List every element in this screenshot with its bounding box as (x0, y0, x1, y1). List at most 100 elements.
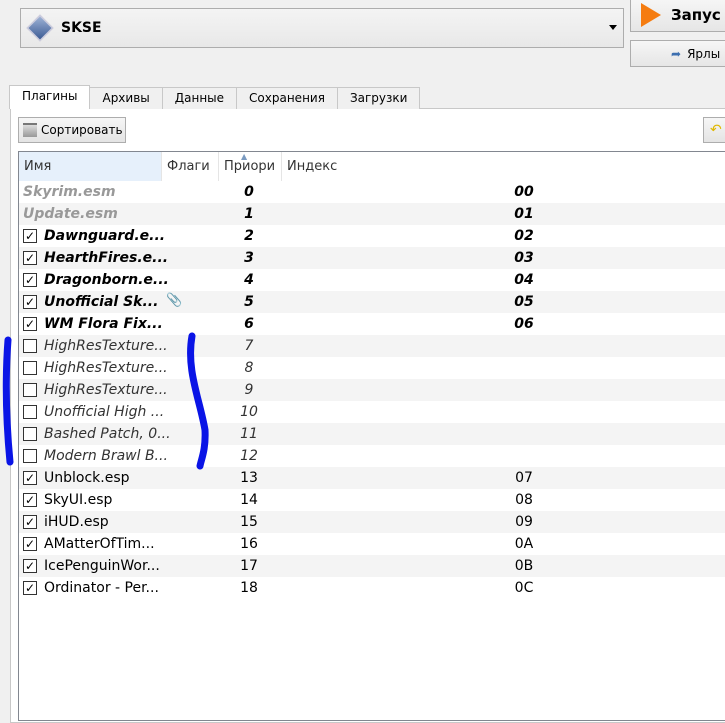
plugin-priority: 5 (244, 294, 254, 310)
launch-button[interactable]: Запус (630, 0, 725, 32)
plugin-name: AMatterOfTim... (44, 536, 155, 552)
plugin-row[interactable]: ✓ AMatterOfTim... 16 0A (19, 533, 725, 555)
tab-data[interactable]: Данные (161, 87, 238, 109)
plugin-row[interactable]: HighResTexture... 9 (19, 379, 725, 401)
plugin-priority: 12 (240, 448, 258, 464)
plugin-row[interactable]: Skyrim.esm 0 00 (19, 181, 725, 203)
plugin-name: WM Flora Fix... (44, 316, 163, 332)
plugin-checkbox[interactable]: ✓ (23, 493, 37, 507)
tab-saves[interactable]: Сохранения (236, 87, 338, 109)
plugin-index: 03 (514, 250, 534, 266)
plugin-index: 02 (514, 228, 534, 244)
column-priority-label: Приори (224, 159, 276, 174)
plugin-checkbox[interactable]: ✓ (23, 273, 37, 287)
plugin-checkbox[interactable] (23, 383, 37, 397)
plugin-name: SkyUI.esp (44, 492, 113, 508)
profile-dropdown[interactable]: SKSE (20, 8, 624, 48)
plugin-checkbox[interactable]: ✓ (23, 515, 37, 529)
plugin-index: 08 (515, 492, 533, 508)
plugin-name: Dawnguard.e... (44, 228, 166, 244)
plugin-name: iHUD.esp (44, 514, 109, 530)
plugin-name: Update.esm (23, 206, 118, 222)
plugin-row[interactable]: ✓ SkyUI.esp 14 08 (19, 489, 725, 511)
plugin-checkbox[interactable]: ✓ (23, 317, 37, 331)
plugin-priority: 7 (244, 338, 254, 354)
list-header: Имя Флаги ▲ Приори Индекс (19, 152, 725, 181)
plugin-priority: 9 (244, 382, 254, 398)
plugin-priority: 15 (240, 514, 258, 530)
plugin-priority: 17 (240, 558, 258, 574)
plugin-priority: 4 (244, 272, 254, 288)
plugin-rows: Skyrim.esm 0 00 Update.esm 1 01 ✓ Dawnguard.e..… (19, 181, 725, 599)
skse-icon (26, 14, 54, 42)
plugin-row[interactable]: ✓ HearthFires.e... 3 03 (19, 247, 725, 269)
sort-label: Сортировать (41, 123, 123, 137)
plugin-checkbox[interactable] (23, 361, 37, 375)
tab-archives[interactable]: Архивы (89, 87, 163, 109)
plugin-index: 09 (515, 514, 533, 530)
restore-button[interactable]: ↶ (703, 117, 725, 143)
plugin-list[interactable]: Имя Флаги ▲ Приори Индекс Skyrim.esm 0 00 Up… (18, 151, 725, 721)
plugin-name: Dragonborn.e... (44, 272, 169, 288)
plugin-checkbox[interactable]: ✓ (23, 537, 37, 551)
plugin-row[interactable]: HighResTexture... 7 (19, 335, 725, 357)
plugin-checkbox[interactable]: ✓ (23, 251, 37, 265)
sort-ascending-icon: ▲ (241, 152, 248, 161)
plugin-name: Skyrim.esm (23, 184, 116, 200)
shortcut-label: Ярлы (687, 46, 721, 61)
chevron-down-icon (609, 25, 617, 30)
column-priority[interactable]: ▲ Приори (219, 152, 282, 181)
plugin-row[interactable]: ✓ Dawnguard.e... 2 02 (19, 225, 725, 247)
plugin-row[interactable]: ✓ Unblock.esp 13 07 (19, 467, 725, 489)
plugin-row[interactable]: ✓ WM Flora Fix... 6 06 (19, 313, 725, 335)
plugin-index: 01 (514, 206, 534, 222)
plugin-checkbox[interactable]: ✓ (23, 295, 37, 309)
column-index[interactable]: Индекс (282, 152, 725, 181)
column-flags[interactable]: Флаги (162, 152, 219, 181)
plugin-index: 05 (514, 294, 534, 310)
plugin-row[interactable]: ✓ iHUD.esp 15 09 (19, 511, 725, 533)
plugin-row[interactable]: ✓ Dragonborn.e... 4 04 (19, 269, 725, 291)
plugin-checkbox[interactable]: ✓ (23, 581, 37, 595)
plugin-checkbox[interactable] (23, 449, 37, 463)
plugin-name: Ordinator - Per... (44, 580, 159, 596)
plugin-row[interactable]: Unofficial High ... 10 (19, 401, 725, 423)
plugin-priority: 8 (244, 360, 254, 376)
plugin-row[interactable]: ✓ Unofficial Sk... 📎 5 05 (19, 291, 725, 313)
plugin-row[interactable]: ✓ IcePenguinWor... 17 0B (19, 555, 725, 577)
plugin-priority: 10 (240, 404, 258, 420)
plugin-priority: 18 (240, 580, 258, 596)
plugin-checkbox[interactable] (23, 339, 37, 353)
plugin-row[interactable]: Update.esm 1 01 (19, 203, 725, 225)
plugin-index: 0A (514, 536, 534, 552)
plugin-index: 07 (515, 470, 533, 486)
plugin-row[interactable]: HighResTexture... 8 (19, 357, 725, 379)
tab-plugins[interactable]: Плагины (9, 85, 91, 109)
plugin-checkbox[interactable]: ✓ (23, 229, 37, 243)
launch-label: Запус (671, 6, 721, 24)
plugin-name: HighResTexture... (44, 338, 168, 354)
plugin-row[interactable]: ✓ Ordinator - Per... 18 0C (19, 577, 725, 599)
plugin-index: 0B (514, 558, 534, 574)
plugin-checkbox[interactable] (23, 427, 37, 441)
sort-icon (23, 123, 37, 137)
plugin-name: IcePenguinWor... (44, 558, 160, 574)
plugin-name: HighResTexture... (44, 382, 168, 398)
plugin-row[interactable]: Bashed Patch, 0... 11 (19, 423, 725, 445)
plugin-index: 0C (514, 580, 534, 596)
plugin-checkbox[interactable]: ✓ (23, 559, 37, 573)
column-name[interactable]: Имя (19, 152, 162, 181)
sort-button[interactable]: Сортировать (18, 117, 126, 143)
plugin-checkbox[interactable] (23, 405, 37, 419)
plugin-row[interactable]: Modern Brawl B... 12 (19, 445, 725, 467)
plugin-priority: 3 (244, 250, 254, 266)
plugin-checkbox[interactable]: ✓ (23, 471, 37, 485)
play-icon (641, 3, 661, 27)
plugin-name: Bashed Patch, 0... (44, 426, 171, 442)
tab-bar: Плагины Архивы Данные Сохранения Загрузк… (9, 85, 421, 109)
plugin-index: 06 (514, 316, 534, 332)
tab-downloads[interactable]: Загрузки (336, 87, 421, 109)
shortcut-button[interactable]: ➦ Ярлы (630, 40, 725, 67)
plugin-name: Modern Brawl B... (44, 448, 168, 464)
plugin-index: 00 (514, 184, 534, 200)
